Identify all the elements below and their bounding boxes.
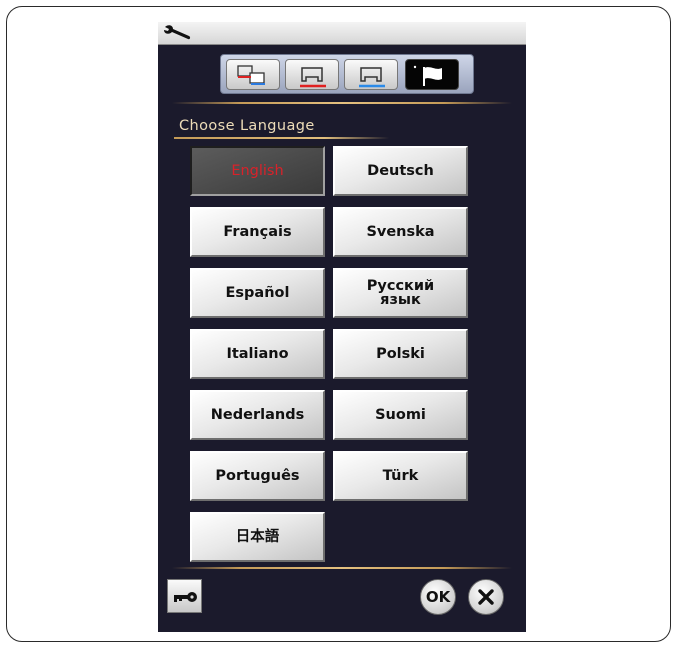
- embroidery-settings-icon: [359, 67, 385, 88]
- language-button-espanol[interactable]: Español: [190, 268, 325, 318]
- wrench-icon: [164, 25, 191, 40]
- cancel-button[interactable]: [468, 579, 504, 615]
- section-title: Choose Language: [179, 118, 315, 134]
- top-separator: [172, 102, 512, 104]
- settings-tab-bar: [220, 54, 474, 94]
- sewing-settings-icon: [300, 67, 326, 88]
- section-title-underline: [174, 137, 389, 139]
- language-button-italiano[interactable]: Italiano: [190, 329, 325, 379]
- key-icon: [174, 592, 197, 602]
- language-button-english[interactable]: English: [190, 146, 325, 196]
- language-button-svenska[interactable]: Svenska: [333, 207, 468, 257]
- language-button-francais[interactable]: Français: [190, 207, 325, 257]
- close-icon: [478, 589, 494, 605]
- language-button-polski[interactable]: Polski: [333, 329, 468, 379]
- language-button-japanese[interactable]: 日本語: [190, 512, 325, 562]
- tab-machine-settings[interactable]: [226, 59, 280, 90]
- language-button-turk[interactable]: Türk: [333, 451, 468, 501]
- flag-language-icon: [413, 65, 442, 86]
- language-button-nederlands[interactable]: Nederlands: [190, 390, 325, 440]
- machine-settings-icon: [237, 65, 265, 85]
- lock-button[interactable]: [167, 579, 202, 613]
- tab-language-settings[interactable]: [405, 59, 459, 90]
- title-bar: [158, 22, 526, 45]
- tab-sewing-settings[interactable]: [285, 59, 339, 90]
- language-button-suomi[interactable]: Suomi: [333, 390, 468, 440]
- language-button-russian[interactable]: Русский язык: [333, 268, 468, 318]
- settings-screen: Choose Language English Deutsch Français…: [158, 22, 526, 632]
- ok-button[interactable]: OK: [420, 579, 456, 615]
- tab-embroidery-settings[interactable]: [344, 59, 398, 90]
- language-button-portugues[interactable]: Português: [190, 451, 325, 501]
- bottom-separator: [172, 567, 512, 569]
- language-button-deutsch[interactable]: Deutsch: [333, 146, 468, 196]
